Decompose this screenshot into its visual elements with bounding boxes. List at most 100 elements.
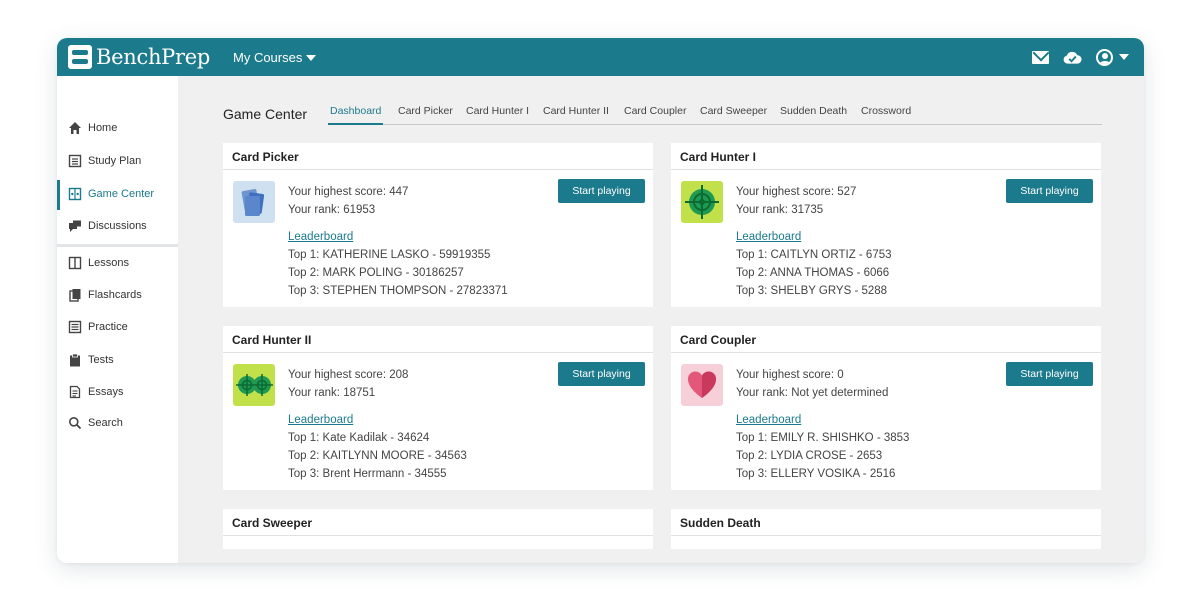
mail-icon[interactable] [1032, 50, 1049, 64]
start-playing-button[interactable]: Start playing [558, 362, 645, 386]
leaderboard-top-2: Top 2: MARK POLING - 30186257 [288, 267, 464, 279]
game-tabs: Dashboard Card Picker Card Hunter I Card… [328, 105, 1102, 125]
tab-sudden-death[interactable]: Sudden Death [780, 105, 847, 125]
my-courses-label: My Courses [233, 50, 303, 65]
caret-down-icon [306, 54, 317, 61]
game-card-card-hunter-ii: Card Hunter II Your highest score: 208 Y… [223, 326, 653, 490]
game-card-card-picker: Card Picker Your highest score: 447 Your… [223, 143, 653, 307]
calendar-icon [68, 154, 82, 168]
sidebar-item-label: Lessons [88, 257, 129, 269]
search-icon [69, 417, 82, 430]
heart-icon [681, 364, 723, 406]
game-card-card-sweeper: Card Sweeper [223, 509, 653, 549]
list-icon [68, 320, 82, 334]
sidebar-item-tests[interactable]: Tests [57, 345, 178, 375]
sidebar-item-home[interactable]: Home [57, 113, 178, 143]
game-center-icon [68, 187, 82, 201]
start-playing-button[interactable]: Start playing [1006, 362, 1093, 386]
tab-dashboard[interactable]: Dashboard [328, 105, 384, 125]
app-window: BenchPrep My Courses Home Study Plan Gam… [57, 38, 1144, 563]
clipboard-icon [70, 353, 80, 367]
user-icon [1096, 48, 1113, 66]
leaderboard-top-3: Top 3: Brent Herrmann - 34555 [288, 468, 447, 480]
leaderboard-top-1: Top 1: EMILY R. SHISHKO - 3853 [736, 432, 910, 444]
highest-score: Your highest score: 0 [736, 369, 844, 381]
sidebar-item-label: Practice [88, 321, 128, 333]
highest-score: Your highest score: 447 [288, 186, 409, 198]
logo-mark-icon [68, 45, 92, 69]
user-menu[interactable] [1096, 47, 1130, 67]
game-card-card-hunter-i: Card Hunter I Your highest score: 527 Yo… [671, 143, 1101, 307]
card-body: Your highest score: 0 Your rank: Not yet… [736, 366, 909, 483]
card-title: Card Hunter I [671, 143, 1101, 170]
card-body: Your highest score: 527 Your rank: 31735… [736, 183, 892, 300]
sidebar-item-study-plan[interactable]: Study Plan [57, 146, 178, 176]
logo-text: BenchPrep [96, 45, 211, 69]
benchprep-logo[interactable]: BenchPrep [68, 45, 210, 69]
your-rank: Your rank: Not yet determined [736, 387, 889, 399]
leaderboard-top-2: Top 2: KAITLYNN MOORE - 34563 [288, 450, 467, 462]
chat-icon [69, 220, 81, 232]
header-actions [1032, 47, 1130, 67]
your-rank: Your rank: 18751 [288, 387, 376, 399]
sidebar-item-label: Tests [88, 354, 114, 366]
sidebar-item-label: Home [88, 122, 118, 134]
card-title: Card Coupler [671, 326, 1101, 353]
book-icon [68, 256, 82, 270]
card-title: Card Picker [223, 143, 653, 170]
card-picker-icon [233, 181, 275, 223]
tab-card-sweeper[interactable]: Card Sweeper [700, 105, 767, 125]
double-target-icon [233, 364, 275, 406]
your-rank: Your rank: 61953 [288, 204, 376, 216]
caret-down-icon [1119, 54, 1129, 60]
leaderboard-link[interactable]: Leaderboard [736, 228, 892, 246]
card-body: Your highest score: 447 Your rank: 61953… [288, 183, 508, 300]
page-title: Game Center [223, 106, 308, 122]
top-navbar: BenchPrep My Courses [57, 38, 1144, 76]
highest-score: Your highest score: 208 [288, 369, 409, 381]
sidebar-item-label: Discussions [88, 220, 147, 232]
flashcards-icon [69, 289, 81, 302]
leaderboard-top-1: Top 1: KATHERINE LASKO - 59919355 [288, 249, 491, 261]
tab-card-coupler[interactable]: Card Coupler [624, 105, 686, 125]
leaderboard-link[interactable]: Leaderboard [288, 228, 508, 246]
highest-score: Your highest score: 527 [736, 186, 857, 198]
sidebar-item-label: Game Center [88, 188, 155, 200]
your-rank: Your rank: 31735 [736, 204, 824, 216]
card-title: Card Sweeper [223, 509, 653, 536]
tab-card-hunter-i[interactable]: Card Hunter I [466, 105, 529, 125]
leaderboard-top-3: Top 3: STEPHEN THOMPSON - 27823371 [288, 285, 508, 297]
card-title: Sudden Death [671, 509, 1101, 536]
sidebar-item-practice[interactable]: Practice [57, 312, 178, 342]
sidebar-item-label: Essays [88, 386, 124, 398]
sidebar-item-discussions[interactable]: Discussions [57, 211, 178, 241]
cloud-check-icon[interactable] [1063, 49, 1082, 65]
start-playing-button[interactable]: Start playing [1006, 179, 1093, 203]
target-icon [681, 181, 723, 223]
my-courses-dropdown[interactable]: My Courses [233, 50, 317, 65]
sidebar-item-game-center[interactable]: Game Center [57, 179, 178, 210]
home-icon [69, 122, 81, 134]
sidebar: Home Study Plan Game Center Discussions … [57, 76, 178, 563]
leaderboard-link[interactable]: Leaderboard [736, 411, 909, 429]
leaderboard-top-2: Top 2: ANNA THOMAS - 6066 [736, 267, 890, 279]
sidebar-item-search[interactable]: Search [57, 408, 178, 438]
sidebar-item-flashcards[interactable]: Flashcards [57, 280, 178, 310]
document-icon [69, 385, 81, 399]
leaderboard-link[interactable]: Leaderboard [288, 411, 467, 429]
sidebar-divider [57, 244, 178, 247]
sidebar-item-essays[interactable]: Essays [57, 377, 178, 407]
tab-crossword[interactable]: Crossword [861, 105, 911, 125]
tab-card-hunter-ii[interactable]: Card Hunter II [543, 105, 609, 125]
card-body: Your highest score: 208 Your rank: 18751… [288, 366, 467, 483]
tab-card-picker[interactable]: Card Picker [398, 105, 453, 125]
game-card-card-coupler: Card Coupler Your highest score: 0 Your … [671, 326, 1101, 490]
leaderboard-top-1: Top 1: CAITLYN ORTIZ - 6753 [736, 249, 892, 261]
leaderboard-top-1: Top 1: Kate Kadilak - 34624 [288, 432, 430, 444]
sidebar-item-label: Search [88, 417, 123, 429]
sidebar-item-lessons[interactable]: Lessons [57, 248, 178, 278]
start-playing-button[interactable]: Start playing [558, 179, 645, 203]
sidebar-item-label: Flashcards [88, 289, 142, 301]
leaderboard-top-2: Top 2: LYDIA CROSE - 2653 [736, 450, 883, 462]
game-card-sudden-death: Sudden Death [671, 509, 1101, 549]
